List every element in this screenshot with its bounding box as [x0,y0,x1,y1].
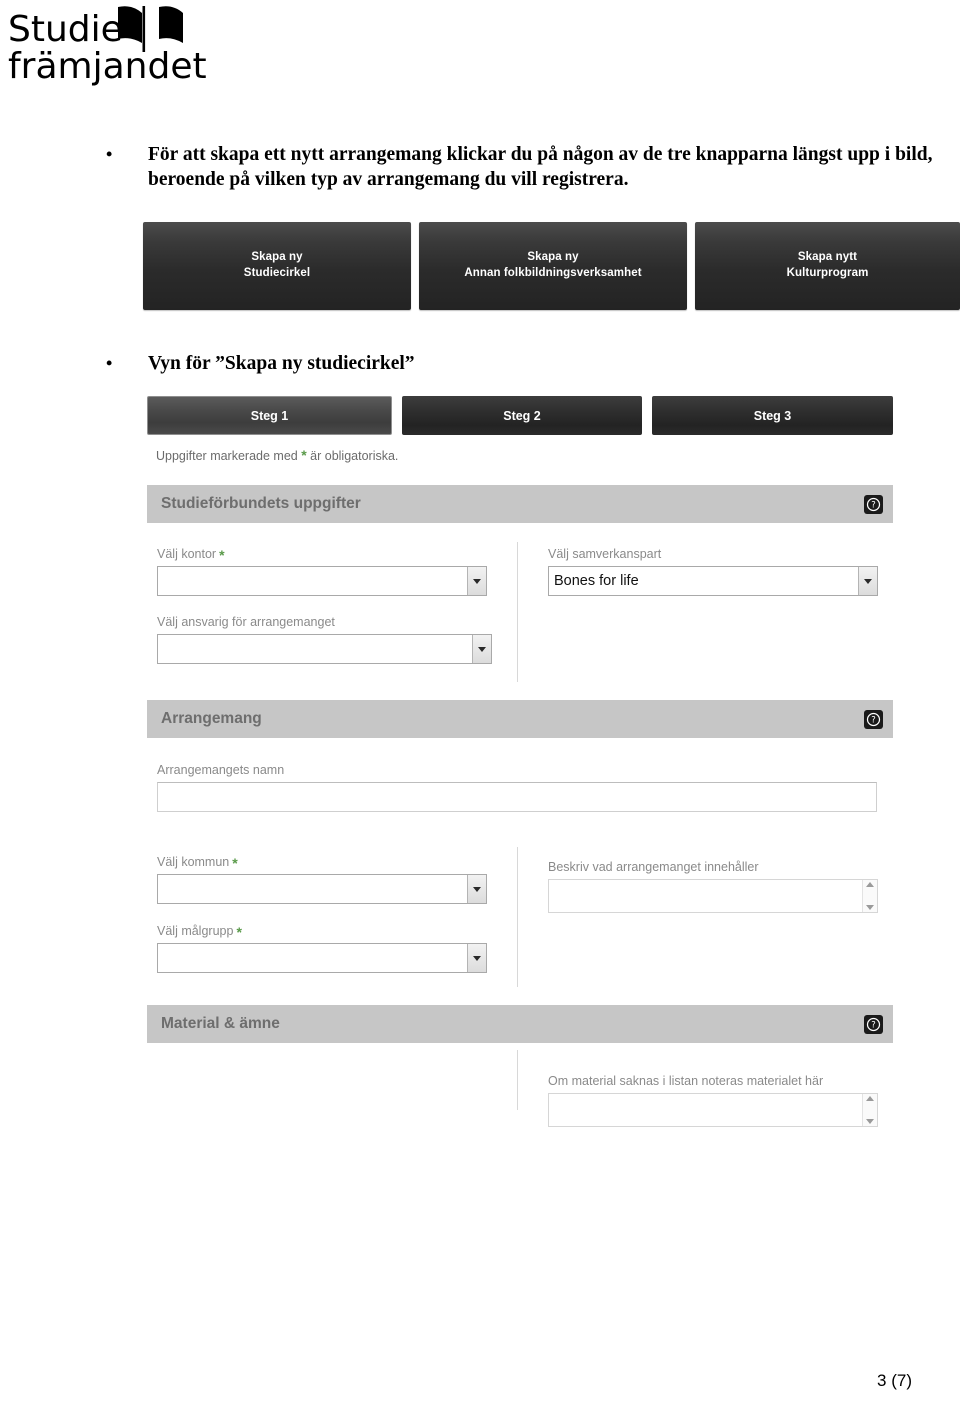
create-folkbildning-line2: Annan folkbildningsverksamhet [464,267,642,279]
question-mark-icon[interactable]: ? [864,494,883,514]
tab-steg-1[interactable]: Steg 1 [147,396,392,435]
tab-steg-2[interactable]: Steg 2 [402,396,642,435]
scroll-down-icon[interactable] [866,1119,874,1124]
textarea-beskriv-arrangemang[interactable] [548,879,878,913]
field-label-om-material-saknas: Om material saknas i listan noteras mate… [548,1074,824,1088]
view-bullet-text: Vyn för ”Skapa ny studiecirkel” [148,353,415,374]
form-screenshot: Steg 1 Steg 2 Steg 3 Uppgifter markerade… [143,392,893,1132]
create-arrangemang-buttons: Skapa ny Studiecirkel Skapa ny Annan fol… [143,222,960,310]
field-label-valj-malgrupp: Välj målgrupp * [157,924,242,940]
field-label-beskriv-arrangemang: Beskriv vad arrangemanget innehåller [548,860,759,874]
svg-text:?: ? [871,714,875,724]
tab-steg-2-label: Steg 2 [503,408,541,423]
chevron-down-icon[interactable] [472,635,491,663]
button-spacer-2 [687,222,695,310]
page-number: 3 (7) [877,1371,912,1390]
field-valj-kommun: Välj kommun * [157,855,487,904]
required-fields-note: Uppgifter markerade med * är obligatoris… [156,447,398,463]
create-kulturprogram-line1: Skapa nytt [797,251,858,264]
field-label-arrangemangets-namn: Arrangemangets namn [157,763,285,777]
select-valj-kommun[interactable] [157,874,487,904]
scrollbar-om-material-saknas[interactable] [862,1094,877,1126]
create-kulturprogram-line2: Kulturprogram [786,267,869,279]
select-valj-kontor[interactable] [157,566,487,596]
svg-text:?: ? [871,1019,875,1029]
view-bullet: • Vyn för ”Skapa ny studiecirkel” [104,352,804,377]
scroll-down-icon[interactable] [866,905,874,910]
select-valj-malgrupp[interactable] [157,943,487,973]
field-beskriv-arrangemang: Beskriv vad arrangemanget innehåller [548,860,878,913]
textarea-beskriv-arrangemang-body[interactable] [549,880,862,912]
column-divider-1 [517,542,518,682]
section-header-material-amne: Material & ämne ? [147,1005,893,1043]
select-valj-samverkanspart-value: Bones for life [554,573,639,589]
field-valj-malgrupp: Välj målgrupp * [157,924,487,973]
bullet-dot-icon: • [106,353,113,373]
textarea-om-material-saknas[interactable] [548,1093,878,1127]
field-arrangemangets-namn: Arrangemangets namn [157,763,877,812]
intro-bullet: • För att skapa ett nytt arrangemang kli… [104,143,934,193]
select-valj-ansvarig[interactable] [157,634,492,664]
bullet-dot-icon: • [106,144,113,164]
create-studiecirkel-line1: Skapa ny [251,251,303,264]
field-label-valj-kommun: Välj kommun * [157,855,238,871]
question-mark-icon[interactable]: ? [864,1014,883,1034]
scrollbar-beskriv-arrangemang[interactable] [862,880,877,912]
question-mark-icon[interactable]: ? [864,709,883,729]
scroll-up-icon[interactable] [866,1096,874,1101]
tab-steg-3[interactable]: Steg 3 [652,396,893,435]
chevron-down-icon[interactable] [467,875,486,903]
field-om-material-saknas: Om material saknas i listan noteras mate… [548,1074,878,1127]
section-title-studieforbundets-uppgifter: Studieförbundets uppgifter [161,495,361,512]
input-arrangemangets-namn[interactable] [157,782,877,812]
column-divider-3 [517,1050,518,1110]
column-divider-2 [517,847,518,987]
create-studiecirkel-button[interactable]: Skapa ny Studiecirkel [143,222,411,310]
required-note-before: Uppgifter markerade med [156,449,298,463]
field-valj-kontor: Välj kontor * [157,547,487,596]
create-folkbildning-line1: Skapa ny [527,251,579,264]
scroll-up-icon[interactable] [866,882,874,887]
section-header-studieforbundets-uppgifter: Studieförbundets uppgifter ? [147,485,893,523]
tab-steg-1-label: Steg 1 [250,408,289,423]
field-label-valj-ansvarig: Välj ansvarig för arrangemanget [157,615,335,629]
tab-steg-3-label: Steg 3 [753,408,792,423]
required-note-star: * [301,447,307,463]
create-kulturprogram-button[interactable]: Skapa nytt Kulturprogram [695,222,960,310]
section-title-material-amne: Material & ämne [161,1015,280,1032]
intro-bullet-text: För att skapa ett nytt arrangemang klick… [148,144,933,190]
logo-line-1: Studie [8,9,123,50]
field-label-valj-kontor: Välj kontor * [157,547,225,563]
textarea-om-material-saknas-body[interactable] [549,1094,862,1126]
section-title-arrangemang: Arrangemang [161,710,262,727]
chevron-down-icon[interactable] [858,567,877,595]
field-label-valj-samverkanspart: Välj samverkanspart [548,547,662,561]
tab-spacer-1 [392,396,402,435]
required-note-after: är obligatoriska. [310,449,399,463]
svg-text:?: ? [871,499,875,509]
button-spacer-1 [411,222,419,310]
field-valj-ansvarig: Välj ansvarig för arrangemanget [157,615,492,664]
step-tabs: Steg 1 Steg 2 Steg 3 [147,396,893,435]
tab-spacer-2 [642,396,652,435]
section-header-arrangemang: Arrangemang ? [147,700,893,738]
select-valj-samverkanspart[interactable]: Bones for life [548,566,878,596]
create-studiecirkel-line2: Studiecirkel [243,267,311,279]
field-valj-samverkanspart: Välj samverkanspart Bones for life [548,547,878,596]
create-folkbildning-button[interactable]: Skapa ny Annan folkbildningsverksamhet [419,222,687,310]
chevron-down-icon[interactable] [467,567,486,595]
logo-line-2: främjandet [8,46,207,87]
studieframjandet-logo: Studie främjandet [8,4,208,108]
chevron-down-icon[interactable] [467,944,486,972]
